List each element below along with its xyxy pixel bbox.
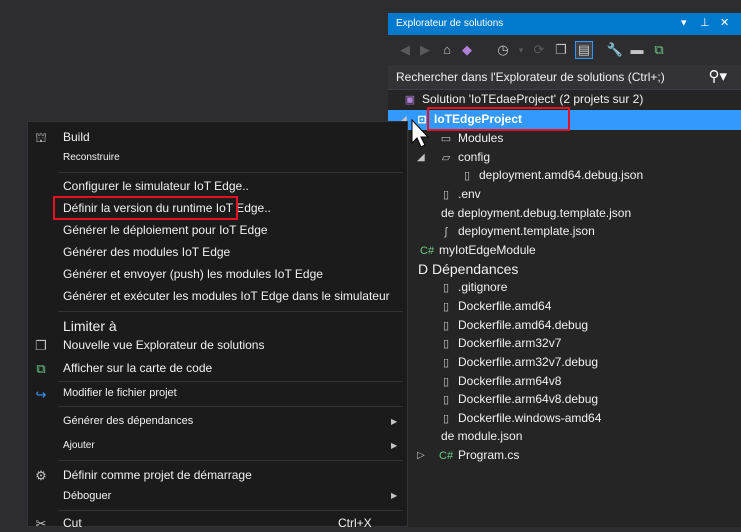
code-map-icon: ⧉: [36, 361, 46, 376]
close-icon[interactable]: ✕: [720, 16, 729, 29]
menu-separator: [58, 381, 403, 382]
history-dropdown-icon[interactable]: ▾: [512, 41, 530, 59]
tree-dockerfile-arm64v8[interactable]: ▯ Dockerfile.arm64v8: [439, 374, 561, 388]
cut-shortcut: Ctrl+X: [338, 516, 372, 530]
dropdown-icon[interactable]: ▾: [681, 16, 687, 29]
tree-modules[interactable]: ▭ Modules: [439, 131, 504, 145]
json-file-icon: ʃ: [444, 226, 448, 238]
menu-separator: [58, 311, 403, 312]
submenu-arrow-icon: ▶: [391, 417, 398, 426]
solution-explorer-search[interactable]: Rechercher dans l'Explorateur de solutio…: [388, 65, 741, 90]
new-view-icon: ❐: [35, 338, 47, 353]
pending-changes-icon[interactable]: ▬: [628, 41, 646, 59]
tree-dockerfile-arm32v7-debug[interactable]: ▯ Dockerfile.arm32v7.debug: [439, 355, 598, 369]
scissors-icon: ✂: [35, 516, 47, 531]
solution-icon: ▣: [404, 94, 416, 106]
sync-icon[interactable]: ⟳: [530, 41, 548, 59]
runtime-version-highlight-box: [53, 196, 238, 220]
build-icon: ⛫: [35, 130, 47, 145]
csharp-project-icon: C#: [420, 245, 435, 257]
show-all-files-icon[interactable]: ▤: [575, 41, 593, 59]
tree-solution[interactable]: ▣ Solution 'IoTEdaeProject' (2 projets su…: [403, 92, 644, 106]
file-icon: ▯: [442, 189, 450, 201]
gear-icon: ⚙: [35, 468, 47, 483]
menu-separator: [58, 406, 403, 407]
collapse-icon[interactable]: ❐: [552, 41, 570, 59]
solution-explorer-titlebar: Explorateur de solutions ▾ ⊥ ✕: [388, 13, 741, 35]
file-icon: ▯: [442, 282, 450, 294]
solution-explorer-toolbar: ◀ ▶ ⌂ ◆ ◷ ▾ ⟳ ❐ ▤ 🔧 ▬ ⧉: [388, 35, 741, 65]
tree-deployment-debug-template[interactable]: de deployment.debug.template.json: [441, 206, 631, 220]
properties-icon[interactable]: 🔧: [606, 41, 624, 59]
context-menu: ⛫ Build Reconstruire Configurer le simul…: [27, 121, 408, 531]
tree-config[interactable]: ▱ config: [439, 150, 490, 164]
home-icon[interactable]: ⌂: [438, 41, 456, 59]
tree-deployment-amd64-debug[interactable]: ▯ deployment.amd64.debug.json: [460, 168, 643, 182]
pin-icon[interactable]: ⊥: [700, 16, 710, 29]
search-input[interactable]: Rechercher dans l'Explorateur de solutio…: [396, 70, 665, 84]
menu-separator: [58, 172, 403, 173]
csharp-file-icon: C#: [439, 450, 454, 462]
file-icon: ▯: [442, 301, 450, 313]
tree-dockerfile-amd64-debug[interactable]: ▯ Dockerfile.amd64.debug: [439, 318, 588, 332]
tree-deployment-template[interactable]: ʃ deployment.template.json: [439, 224, 595, 238]
folder-icon: ▭: [440, 133, 452, 145]
history-icon[interactable]: ◷: [494, 41, 512, 59]
edit-file-icon: ↪: [35, 387, 47, 402]
file-icon: ▯: [463, 170, 471, 182]
folder-open-icon: ▱: [441, 152, 451, 164]
collapse-arrow-icon[interactable]: ◢: [417, 152, 425, 163]
tree-gitignore[interactable]: ▯ .gitignore: [439, 280, 507, 294]
tree-dependances[interactable]: D Dépendances: [418, 261, 518, 277]
submenu-arrow-icon: ▶: [391, 441, 398, 450]
mouse-cursor-icon: [411, 119, 430, 148]
forward-icon[interactable]: ▶: [416, 41, 434, 59]
expand-arrow-icon[interactable]: ▷: [417, 450, 425, 461]
menu-separator: [58, 460, 403, 461]
tree-env[interactable]: ▯ .env: [439, 187, 481, 201]
file-icon: ▯: [442, 376, 450, 388]
file-icon: ▯: [442, 357, 450, 369]
solution-explorer-panel: Explorateur de solutions ▾ ⊥ ✕ ◀ ▶ ⌂ ◆ ◷…: [388, 13, 741, 527]
tree-my-module[interactable]: C# myIotEdgeModule: [420, 243, 536, 257]
tree-dockerfile-arm32v7[interactable]: ▯ Dockerfile.arm32v7: [439, 336, 561, 350]
back-icon[interactable]: ◀: [396, 41, 414, 59]
tree-dockerfile-amd64[interactable]: ▯ Dockerfile.amd64: [439, 299, 551, 313]
file-icon: ▯: [442, 338, 450, 350]
submenu-arrow-icon: ▶: [391, 491, 398, 500]
solution-explorer-title: Explorateur de solutions: [396, 18, 504, 29]
tree-dockerfile-windows-amd64[interactable]: ▯ Dockerfile.windows-amd64: [439, 411, 601, 425]
tree-dockerfile-arm64v8-debug[interactable]: ▯ Dockerfile.arm64v8.debug: [439, 392, 598, 406]
search-icon[interactable]: ⚲▾: [708, 67, 727, 85]
file-icon: ▯: [442, 320, 450, 332]
project-highlight-box: [427, 107, 570, 131]
menu-separator: [58, 510, 403, 511]
vs-icon[interactable]: ◆: [458, 41, 476, 59]
tree-module-json[interactable]: de module.json: [441, 429, 522, 443]
tree-program-cs[interactable]: C# Program.cs: [439, 448, 519, 462]
view-class-diagram-icon[interactable]: ⧉: [650, 41, 668, 59]
file-icon: ▯: [442, 413, 450, 425]
file-icon: ▯: [442, 394, 450, 406]
